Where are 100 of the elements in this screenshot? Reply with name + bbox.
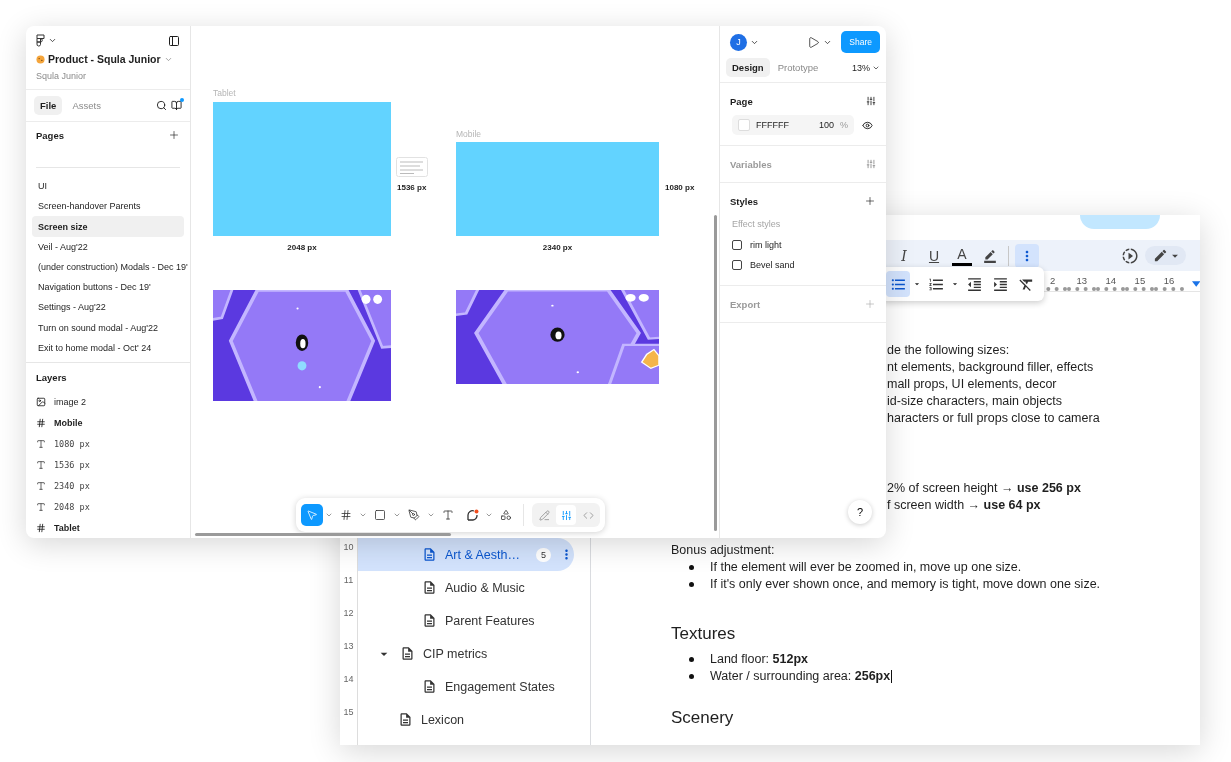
page-item[interactable]: Navigation buttons - Dec 19' [32, 277, 184, 298]
text-icon [36, 438, 46, 449]
pencil-icon [538, 509, 550, 521]
dimension-label: 2048 px [286, 243, 318, 252]
scrollbar[interactable] [195, 533, 451, 536]
scrollbar[interactable] [714, 215, 717, 531]
body-text: Bonus adjustment: [671, 542, 776, 559]
body-text: f screen width → use 64 px [887, 497, 1042, 514]
ruler-number: 13 [342, 641, 355, 653]
pen-icon [408, 509, 420, 521]
avatar[interactable]: J [730, 33, 747, 51]
section-title: Page [730, 95, 753, 107]
help-button[interactable]: ? [848, 500, 872, 524]
ruler-number: 10 [342, 542, 355, 554]
ruler-number: 14 [342, 674, 355, 686]
logo-icon [36, 34, 45, 47]
page-item[interactable]: Exit to home modal - Oct' 24 [32, 337, 184, 359]
color-field[interactable]: FFFFFF 100 % [732, 115, 854, 135]
frame-icon [36, 417, 46, 428]
layer-name[interactable]: 2340 px [54, 480, 90, 491]
library-icon[interactable] [171, 100, 182, 111]
layer-name[interactable]: 2048 px [54, 501, 90, 512]
caret-icon[interactable] [48, 36, 57, 45]
ruler-number: 13 [1067, 274, 1097, 291]
ruler-number: 15 [342, 707, 355, 719]
add-icon[interactable] [864, 195, 876, 207]
panel-toggle-icon[interactable] [168, 34, 180, 47]
style-name[interactable]: Bevel sand [750, 260, 795, 270]
text-cursor [891, 670, 893, 683]
page-item[interactable]: Turn on sound modal - Aug'22 [32, 317, 184, 338]
margin-marker-icon[interactable] [1191, 281, 1200, 287]
pencil-icon [1153, 248, 1168, 263]
eye-icon[interactable] [862, 119, 873, 131]
sliders-icon[interactable] [866, 96, 876, 106]
marker-icon [983, 248, 997, 263]
layer-name[interactable]: Mobile [54, 417, 83, 428]
tool-button[interactable] [301, 504, 323, 526]
section-title: Pages [36, 129, 64, 141]
search-icon[interactable] [156, 100, 167, 111]
section-title: Layers [36, 371, 67, 383]
page-item[interactable]: Settings - Aug'22 [32, 297, 184, 318]
edit-mode-button[interactable] [1145, 246, 1186, 265]
outline-item[interactable]: Parent Features [357, 604, 574, 637]
page-item[interactable]: Screen-handover Parents [32, 196, 184, 217]
indent-icon [991, 275, 1009, 293]
dimension-label: 2340 px [541, 243, 574, 252]
outline-item[interactable]: CIP metrics [357, 637, 574, 670]
format-button[interactable]: U [922, 243, 946, 268]
body-text: haracters or full props close to camera [887, 410, 1101, 427]
outline-item[interactable]: Lexicon [357, 703, 574, 736]
layer-name[interactable]: image 2 [54, 396, 87, 407]
format-button[interactable]: I [892, 243, 916, 268]
apps-icon [500, 509, 512, 521]
text-icon [36, 480, 46, 491]
panel-tab[interactable]: Design [726, 58, 770, 77]
mode-button[interactable] [556, 505, 576, 525]
style-name[interactable]: rim light [750, 240, 782, 250]
panel-tab[interactable]: Assets [66, 96, 107, 115]
panel-tab[interactable]: Prototype [771, 58, 825, 77]
frame-icon [36, 522, 46, 533]
frame-icon [340, 509, 352, 521]
play-icon[interactable] [807, 35, 821, 49]
text-icon [36, 501, 46, 512]
page-item[interactable]: Screen size [32, 216, 184, 237]
sliders-icon[interactable] [866, 159, 876, 169]
count-badge: 5 [536, 547, 551, 562]
list-text: Land floor: 512px [710, 651, 808, 668]
rectangle-icon [374, 509, 386, 521]
page-item[interactable]: UI [32, 175, 184, 197]
outline-item[interactable]: Audio & Music [357, 571, 574, 604]
list-button[interactable] [886, 271, 910, 297]
layer-name[interactable]: Tablet [54, 522, 80, 533]
outline-item[interactable]: Art & Aesth… 5 [357, 538, 574, 571]
pointer-icon [306, 509, 318, 521]
dimension-label: 1536 px [397, 183, 427, 192]
heading: Scenery [671, 707, 735, 729]
outline-item[interactable]: Engagement States [357, 670, 574, 703]
outdent-icon [965, 275, 983, 293]
list-text: If it's only ever shown once, and memory is tight, move down one size. [710, 576, 1101, 593]
zoom-level[interactable]: 13% [852, 62, 870, 73]
bubble-icon [465, 508, 479, 522]
layer-name[interactable]: 1536 px [54, 459, 90, 470]
bullet-icon [689, 674, 694, 679]
code-icon [582, 509, 594, 521]
text-icon [36, 459, 46, 470]
page-item[interactable]: Veil - Aug'22 [32, 236, 184, 257]
add-icon[interactable] [168, 129, 180, 142]
cookie-icon [36, 54, 45, 64]
section-title: Styles [730, 195, 758, 207]
ruler-number: 15 [1125, 274, 1155, 291]
body-text: id-size characters, main objects [887, 393, 1064, 410]
bullet-icon [689, 565, 694, 570]
file-title[interactable]: Product - Squla Junior [48, 53, 161, 65]
panel-tab[interactable]: File [34, 96, 63, 115]
ruler-number: 14 [1096, 274, 1126, 291]
layer-name[interactable]: 1080 px [54, 438, 90, 449]
body-text: nt elements, background filler, effects [887, 359, 1095, 376]
body-text: de the following sizes: [887, 342, 1011, 359]
body-text: 2% of screen height → use 256 px [887, 480, 1082, 497]
image-icon [36, 396, 46, 407]
